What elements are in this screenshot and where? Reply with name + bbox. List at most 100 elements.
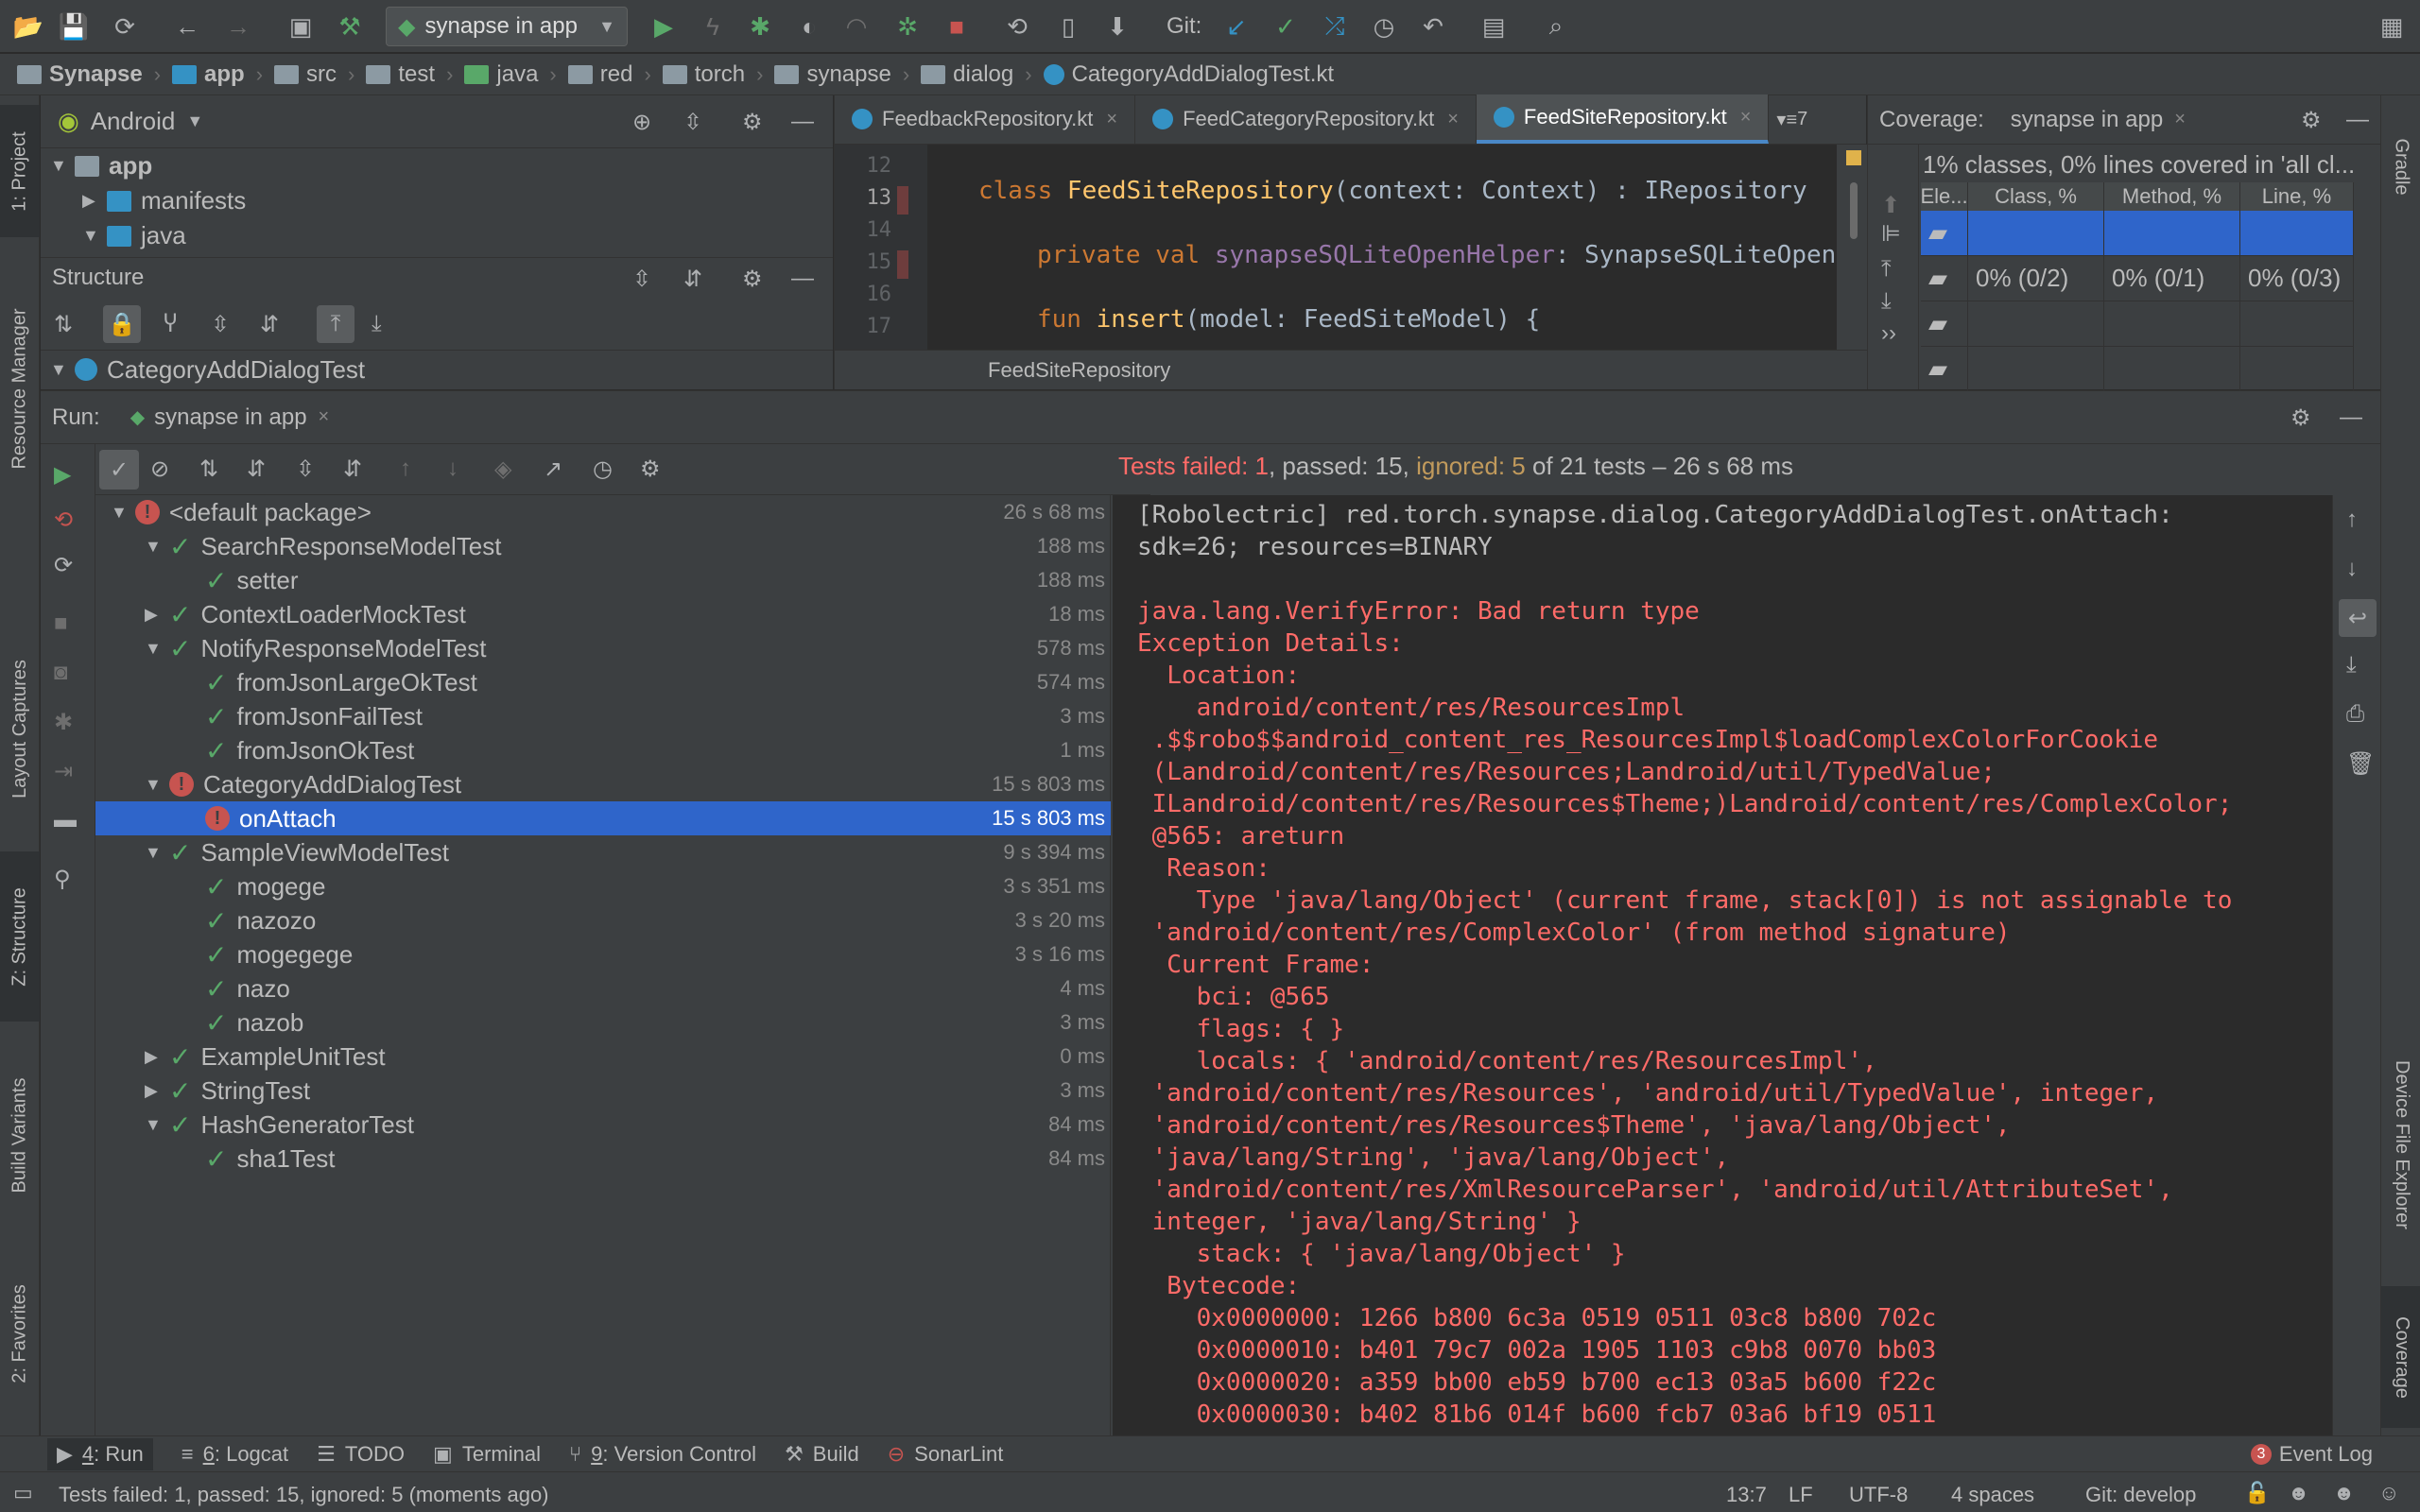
close-icon[interactable]: × bbox=[1447, 109, 1459, 130]
tab-gradle[interactable]: Gradle bbox=[2381, 114, 2420, 218]
breadcrumb-item[interactable]: Synapse bbox=[17, 61, 143, 88]
show-passed-icon[interactable]: ✓ bbox=[99, 450, 139, 490]
minimize-icon[interactable]: — bbox=[2346, 107, 2369, 133]
breadcrumb-item[interactable]: torch bbox=[662, 61, 745, 88]
tree-row-suite[interactable]: ▼ ✓ SearchResponseModelTest 188 ms bbox=[95, 529, 1111, 563]
gear-icon[interactable]: ⚙ bbox=[2301, 107, 2322, 134]
gear-icon[interactable]: ⚙ bbox=[742, 109, 763, 136]
panel-toggle-icon[interactable]: ▭ bbox=[13, 1481, 33, 1505]
history-icon[interactable]: ◷ bbox=[593, 455, 613, 483]
expand-all-icon[interactable]: ⇳ bbox=[632, 266, 651, 293]
smiley-icon[interactable]: ☺ bbox=[2378, 1481, 2399, 1505]
avd-manager-icon[interactable]: ▯ bbox=[1053, 11, 1083, 42]
tree-row-test[interactable]: ✓ mogegege 3 s 16 ms bbox=[95, 937, 1111, 971]
soft-wrap-icon[interactable]: ↩ bbox=[2339, 599, 2377, 637]
tab-favorites[interactable]: 2: Favorites bbox=[0, 1248, 40, 1418]
more-icon[interactable]: ›› bbox=[1881, 320, 1896, 347]
lock-icon[interactable]: 🔓 bbox=[2244, 1481, 2270, 1505]
face-icon[interactable]: ☻ bbox=[2333, 1481, 2355, 1505]
collapse-all-icon[interactable]: ⇳ bbox=[683, 109, 702, 136]
project-view-selector[interactable]: Android bbox=[91, 107, 176, 136]
layout-icon[interactable]: ▬ bbox=[54, 807, 77, 833]
line-separator[interactable]: LF bbox=[1789, 1483, 1813, 1507]
coverage-tab[interactable]: synapse in app bbox=[2011, 107, 2163, 133]
close-icon[interactable]: × bbox=[2174, 109, 2186, 130]
tree-row-test[interactable]: ✓ nazob 3 ms bbox=[95, 1005, 1111, 1040]
chevron-down-icon[interactable]: ▼ bbox=[186, 112, 203, 131]
close-icon[interactable]: × bbox=[1106, 109, 1117, 130]
minimize-icon[interactable]: — bbox=[791, 266, 814, 292]
column-header[interactable]: Class, % bbox=[1968, 182, 2104, 211]
gradle-sync-icon[interactable]: ⟲ bbox=[1002, 11, 1032, 42]
tree-row-test[interactable]: ✓ nazozo 3 s 20 ms bbox=[95, 903, 1111, 937]
attach-debugger-icon[interactable]: ✲ bbox=[892, 11, 923, 42]
debug-icon[interactable]: ✱ bbox=[745, 11, 775, 42]
tab-project[interactable]: 1: Project bbox=[0, 105, 40, 237]
sort-alpha-icon[interactable]: ⇅ bbox=[199, 455, 218, 483]
project-structure-icon[interactable]: ▤ bbox=[1478, 11, 1509, 42]
locate-icon[interactable]: ⊕ bbox=[632, 109, 651, 136]
sdk-manager-icon[interactable]: ⬇ bbox=[1102, 11, 1132, 42]
tab-event-log[interactable]: 3 Event Log bbox=[2250, 1442, 2373, 1467]
autoscroll-to-source-icon[interactable]: ⤒ bbox=[317, 305, 354, 343]
tree-row-test[interactable]: ✓ fromJsonOkTest 1 ms bbox=[95, 733, 1111, 767]
arrow-up-icon[interactable]: ↑ bbox=[2346, 507, 2358, 533]
sync-icon[interactable]: ⟳ bbox=[110, 11, 140, 42]
close-icon[interactable]: × bbox=[1740, 107, 1752, 129]
arrow-down-icon[interactable]: ↓ bbox=[2346, 556, 2358, 582]
tab-build[interactable]: ⚒ Build bbox=[785, 1442, 859, 1467]
git-push-icon[interactable]: ⤮ bbox=[1320, 11, 1350, 42]
rerun-failed-icon[interactable]: ⟲ bbox=[54, 507, 73, 534]
indent-setting[interactable]: 4 spaces bbox=[1951, 1483, 2034, 1507]
breadcrumb-item[interactable]: synapse bbox=[774, 61, 891, 88]
editor-tab[interactable]: FeedbackRepository.kt × bbox=[835, 94, 1136, 144]
file-encoding[interactable]: UTF-8 bbox=[1849, 1483, 1908, 1507]
tree-row-test[interactable]: ✓ nazo 4 ms bbox=[95, 971, 1111, 1005]
column-header[interactable]: Method, % bbox=[2104, 182, 2240, 211]
visibility-sort-icon[interactable]: 🔒 bbox=[103, 305, 141, 343]
tree-row-package[interactable]: ▼! <default package> 26 s 68 ms bbox=[95, 495, 1111, 529]
scroll-to-end-icon[interactable]: ⤓ bbox=[2346, 652, 2357, 679]
tree-item-app[interactable]: ▼ app bbox=[41, 148, 833, 183]
tab-build-variants[interactable]: Build Variants bbox=[0, 1040, 40, 1229]
collapse-all-icon[interactable]: ⇵ bbox=[683, 266, 702, 293]
breadcrumb-item[interactable]: dialog bbox=[921, 61, 1013, 88]
breadcrumb-item[interactable]: java bbox=[464, 61, 538, 88]
tree-row-suite[interactable]: ▼ ✓ NotifyResponseModelTest 578 ms bbox=[95, 631, 1111, 665]
editor-tab[interactable]: FeedCategoryRepository.kt × bbox=[1135, 94, 1477, 144]
collapse-all-icon[interactable]: ⇵ bbox=[343, 455, 362, 483]
show-ignored-icon[interactable]: ⊘ bbox=[150, 455, 169, 483]
run-tab[interactable]: synapse in app bbox=[154, 404, 306, 431]
collapse-icon[interactable]: ⇵ bbox=[260, 311, 279, 338]
expand-icon[interactable]: ⇳ bbox=[211, 311, 230, 338]
editor-tab-active[interactable]: FeedSiteRepository.kt × bbox=[1476, 94, 1770, 144]
tab-coverage[interactable]: Coverage bbox=[2381, 1286, 2420, 1428]
gear-icon[interactable]: ⚙ bbox=[742, 266, 763, 293]
git-branch[interactable]: Git: develop bbox=[2085, 1483, 2196, 1507]
tab-terminal[interactable]: ▣ Terminal bbox=[433, 1442, 541, 1467]
tree-row-test-selected[interactable]: ! onAttach 15 s 803 ms bbox=[95, 801, 1111, 835]
table-row[interactable]: ▰ bbox=[1921, 301, 2354, 347]
hammer-icon[interactable]: ⚒ bbox=[335, 11, 365, 42]
run-icon[interactable]: ▶ bbox=[648, 11, 679, 42]
tree-item-java[interactable]: ▼ java bbox=[41, 218, 833, 253]
tree-row-suite[interactable]: ▶ ✓ ContextLoaderMockTest 18 ms bbox=[95, 597, 1111, 631]
breadcrumb-item[interactable]: app bbox=[172, 61, 245, 88]
caret-position[interactable]: 13:7 bbox=[1726, 1483, 1767, 1507]
flatten-icon[interactable]: ⊫ bbox=[1881, 220, 1901, 248]
face-icon[interactable]: ☻ bbox=[2288, 1481, 2309, 1505]
table-row[interactable]: ▰ 0% (0/2) 0% (0/1) 0% (0/3) bbox=[1921, 256, 2354, 301]
tab-logcat[interactable]: ≡ 6: Logcat bbox=[182, 1442, 288, 1467]
tab-resource-manager[interactable]: Resource Manager bbox=[0, 275, 40, 502]
show-fields-icon[interactable]: Ⴤ bbox=[164, 311, 177, 338]
rerun-icon[interactable]: ▶ bbox=[54, 461, 71, 489]
tree-row-suite[interactable]: ▶ ✓ ExampleUnitTest 0 ms bbox=[95, 1040, 1111, 1074]
run-config-selector[interactable]: ◆ synapse in app ▼ bbox=[386, 7, 628, 46]
tree-row-suite[interactable]: ▶ ✓ StringTest 3 ms bbox=[95, 1074, 1111, 1108]
column-header[interactable]: Line, % bbox=[2240, 182, 2354, 211]
coverage-run-icon[interactable]: ◐ bbox=[794, 11, 824, 42]
search-icon[interactable]: ⌕ bbox=[1541, 11, 1571, 42]
window-icon[interactable]: ▣ bbox=[285, 11, 316, 42]
trash-icon[interactable]: 🗑 bbox=[2346, 750, 2375, 778]
autoscroll-from-source-icon[interactable]: ⤓ bbox=[372, 311, 382, 337]
